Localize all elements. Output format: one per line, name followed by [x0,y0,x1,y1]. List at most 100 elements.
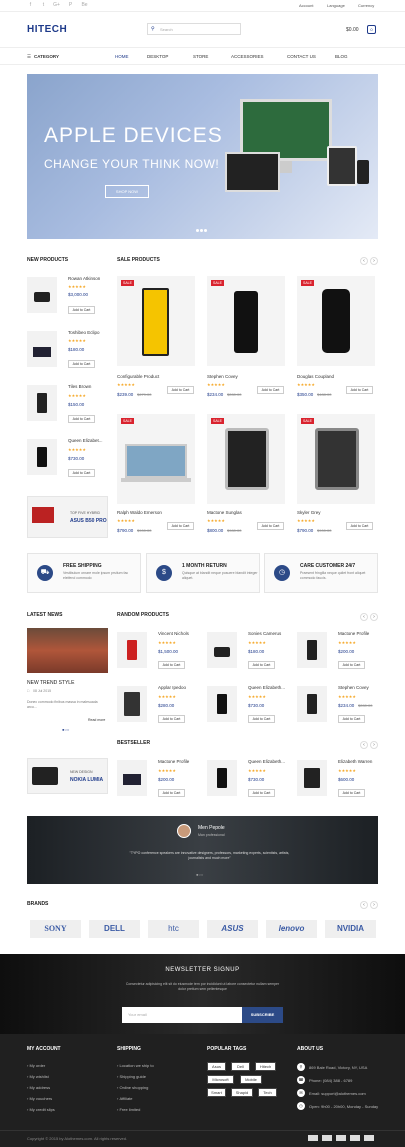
next-arrow-icon[interactable]: › [370,257,378,265]
product-name[interactable]: Rowan Atkinson [68,276,100,281]
product-card[interactable]: SALE [297,276,375,366]
cart-total[interactable]: $0.00 [346,27,359,33]
footer-link[interactable]: › My vouchers [27,1096,52,1101]
tag[interactable]: Asus [207,1062,226,1071]
footer-link[interactable]: › Affiliate [117,1096,133,1101]
nav-store[interactable]: STORE [193,54,208,59]
add-to-cart-button[interactable]: Add to Cart [338,789,365,797]
add-to-cart-button[interactable]: Add to Cart [158,789,185,797]
tag[interactable]: Hitech [255,1062,276,1071]
subscribe-button[interactable]: SUBSCRIBE [242,1007,283,1023]
category-menu-icon[interactable]: ☰ [27,54,31,60]
nav-desktop[interactable]: DESKTOP [147,54,168,59]
tag[interactable]: Shapid [231,1088,253,1097]
footer-link[interactable]: › My order [27,1063,45,1068]
product-name[interactable]: Douglas Coupland [297,374,334,379]
add-to-cart-button[interactable]: Add to Cart [167,522,194,530]
product-name[interactable]: Toshibeo Eclipo [68,330,100,335]
next-arrow-icon[interactable]: › [370,613,378,621]
product-name[interactable]: Applar Ipedoo [158,685,186,690]
add-to-cart-button[interactable]: Add to Cart [68,469,95,477]
add-to-cart-button[interactable]: Add to Cart [346,522,373,530]
tag[interactable]: Tech [258,1088,277,1097]
brand-nvidia[interactable]: NVIDIA [325,920,376,938]
currency-dropdown[interactable]: Currency [358,3,374,8]
prev-arrow-icon[interactable]: ‹ [360,613,368,621]
add-to-cart-button[interactable]: Add to Cart [248,715,275,723]
product-thumb[interactable] [27,385,57,421]
product-thumb[interactable] [27,331,57,367]
prev-arrow-icon[interactable]: ‹ [360,257,368,265]
read-more-link[interactable]: Read more [88,718,105,722]
product-thumb[interactable] [117,686,147,722]
cart-icon[interactable]: 0 [367,25,376,34]
footer-link[interactable]: › Shipping guide [117,1074,146,1079]
brand-asus[interactable]: ASUS [207,920,258,938]
product-name[interactable]: Queen Elizabeth... [248,685,285,690]
product-thumb[interactable] [117,760,147,796]
tag[interactable]: Dell [231,1062,250,1071]
product-name[interactable]: Skyler Grey [297,510,321,515]
tag[interactable]: Smart [207,1088,226,1097]
brand-sony[interactable]: SONY [30,920,81,938]
behance-icon[interactable]: Be [81,2,88,9]
email-text[interactable]: Email: support@alothemes.com [309,1091,366,1096]
product-name[interactable]: Mactone Profile [338,631,369,636]
product-name[interactable]: Ralph Waldo Emerson [117,510,162,515]
hero-slider[interactable]: APPLE DEVICES CHANGE YOUR THINK NOW! SHO… [27,74,378,239]
footer-link[interactable]: › My wishlist [27,1074,49,1079]
product-name[interactable]: Stephen Covey [207,374,238,379]
product-thumb[interactable] [297,760,327,796]
product-name[interactable]: Vincent Nichols [158,631,189,636]
news-image[interactable] [27,628,108,673]
product-name[interactable]: Sonies Camerus [248,631,281,636]
product-thumb[interactable] [207,760,237,796]
newsletter-email-input[interactable]: Your email [122,1007,242,1023]
account-dropdown[interactable]: Account [299,3,313,8]
add-to-cart-button[interactable]: Add to Cart [158,661,185,669]
product-name[interactable]: Queen Elizabet... [68,438,103,443]
product-thumb[interactable] [207,632,237,668]
footer-link[interactable]: › Free limited [117,1107,140,1112]
search-icon[interactable]: ⚲ [151,26,155,32]
product-name[interactable]: Queen Elizabeth... [248,759,285,764]
add-to-cart-button[interactable]: Add to Cart [167,386,194,394]
product-name[interactable]: Mactone Profile [158,759,189,764]
slider-dots[interactable] [196,228,210,232]
brand-dell[interactable]: DELL [89,920,140,938]
add-to-cart-button[interactable]: Add to Cart [68,415,95,423]
add-to-cart-button[interactable]: Add to Cart [257,522,284,530]
add-to-cart-button[interactable]: Add to Cart [158,715,185,723]
news-post-title[interactable]: NEW TREND STYLE [27,680,74,686]
twitter-icon[interactable]: t [40,2,47,9]
facebook-icon[interactable]: f [27,2,34,9]
product-thumb[interactable] [27,277,57,313]
footer-link[interactable]: › Online shopping [117,1085,148,1090]
asus-promo-banner[interactable]: TOP FIVE HYBRID ASUS B50 PRO [27,496,108,538]
logo[interactable]: HITECH [27,24,67,35]
add-to-cart-button[interactable]: Add to Cart [248,661,275,669]
google-plus-icon[interactable]: G+ [53,2,60,9]
footer-link[interactable]: › Location we ship to [117,1063,154,1068]
nav-home[interactable]: HOME [115,54,129,59]
product-card[interactable]: SALE [117,276,195,366]
category-menu[interactable]: CATEGORY [34,54,59,59]
news-dots[interactable]: ●○○ [62,727,69,732]
tag[interactable]: Microsoft [207,1075,234,1084]
shop-now-button[interactable]: SHOP NOW [105,185,149,198]
add-to-cart-button[interactable]: Add to Cart [257,386,284,394]
nav-accessories[interactable]: ACCESSORIES [231,54,264,59]
product-thumb[interactable] [297,632,327,668]
search-input[interactable]: ⚲ Search [147,23,241,35]
product-thumb[interactable] [117,632,147,668]
product-name[interactable]: Configurable Product [117,374,159,379]
nokia-promo-banner[interactable]: NEW DESIGN NOKIA LUMIA [27,758,108,794]
nav-contact[interactable]: CONTACT US [287,54,316,59]
add-to-cart-button[interactable]: Add to Cart [338,715,365,723]
pinterest-icon[interactable]: P [67,2,74,9]
tag[interactable]: Mobile [240,1075,262,1084]
product-thumb[interactable] [207,686,237,722]
prev-arrow-icon[interactable]: ‹ [360,741,368,749]
footer-link[interactable]: › My credit slips [27,1107,55,1112]
language-dropdown[interactable]: Language [327,3,345,8]
